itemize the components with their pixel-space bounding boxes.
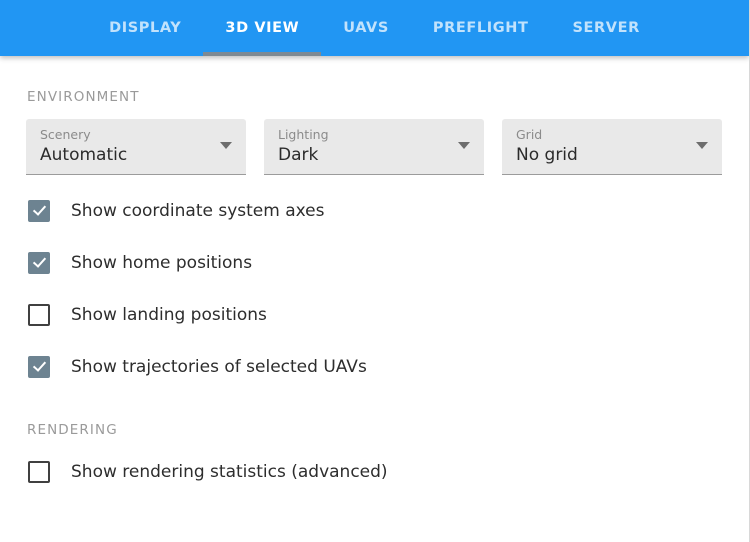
active-tab-indicator <box>203 52 322 56</box>
checkbox-row-show-home-positions[interactable]: Show home positions <box>0 237 749 289</box>
tab-label: 3D VIEW <box>225 20 300 36</box>
tab-3d-view[interactable]: 3D VIEW <box>203 0 322 56</box>
tab-list: DISPLAY 3D VIEW UAVS PREFLIGHT SERVER <box>87 0 662 56</box>
select-label: Scenery <box>40 127 91 142</box>
environment-select-row: Scenery Automatic Lighting Dark Grid No grid <box>0 105 749 175</box>
chevron-down-icon[interactable] <box>458 142 470 149</box>
section-header-rendering: RENDERING <box>27 422 118 438</box>
checkbox-checked-icon[interactable] <box>28 252 50 274</box>
tab-bar: DISPLAY 3D VIEW UAVS PREFLIGHT SERVER <box>0 0 749 56</box>
select-value: Dark <box>278 145 319 165</box>
checkbox-label: Show landing positions <box>71 305 267 325</box>
settings-panel: DISPLAY 3D VIEW UAVS PREFLIGHT SERVER ENVIRO… <box>0 0 750 542</box>
rendering-checkbox-list: Show rendering statistics (advanced) <box>0 438 749 498</box>
settings-content: ENVIRONMENT Scenery Automatic Lighting Dark… <box>0 56 749 542</box>
select-lighting[interactable]: Lighting Dark <box>264 119 484 175</box>
tab-display[interactable]: DISPLAY <box>87 0 203 56</box>
checkbox-row-show-coordinate-system-axes[interactable]: Show coordinate system axes <box>0 185 749 237</box>
checkbox-row-show-landing-positions[interactable]: Show landing positions <box>0 289 749 341</box>
tab-label: SERVER <box>572 20 640 36</box>
checkbox-label: Show coordinate system axes <box>71 201 325 221</box>
tab-label: DISPLAY <box>109 20 182 36</box>
checkbox-checked-icon[interactable] <box>28 356 50 378</box>
tab-server[interactable]: SERVER <box>550 0 661 56</box>
chevron-down-icon[interactable] <box>220 142 232 149</box>
tab-label: UAVS <box>343 20 389 36</box>
checkbox-label: Show rendering statistics (advanced) <box>71 462 388 482</box>
checkbox-label: Show home positions <box>71 253 253 273</box>
tab-preflight[interactable]: PREFLIGHT <box>411 0 551 56</box>
checkbox-unchecked-icon[interactable] <box>28 304 50 326</box>
checkbox-row-show-rendering-statistics-advanced[interactable]: Show rendering statistics (advanced) <box>0 446 749 498</box>
section-header-environment: ENVIRONMENT <box>27 89 140 105</box>
select-value: No grid <box>516 145 578 165</box>
tab-label: PREFLIGHT <box>432 20 529 36</box>
select-label: Grid <box>516 127 543 142</box>
select-scenery[interactable]: Scenery Automatic <box>26 119 246 175</box>
checkbox-row-show-trajectories-of-selected-uavs[interactable]: Show trajectories of selected UAVs <box>0 341 749 393</box>
select-grid[interactable]: Grid No grid <box>502 119 722 175</box>
checkbox-unchecked-icon[interactable] <box>28 461 50 483</box>
environment-checkbox-list: Show coordinate system axes Show home pos… <box>0 175 749 393</box>
chevron-down-icon[interactable] <box>696 142 708 149</box>
checkbox-label: Show trajectories of selected UAVs <box>71 357 367 377</box>
checkbox-checked-icon[interactable] <box>28 200 50 222</box>
select-value: Automatic <box>40 145 128 165</box>
select-label: Lighting <box>278 127 329 142</box>
tab-uavs[interactable]: UAVS <box>321 0 411 56</box>
